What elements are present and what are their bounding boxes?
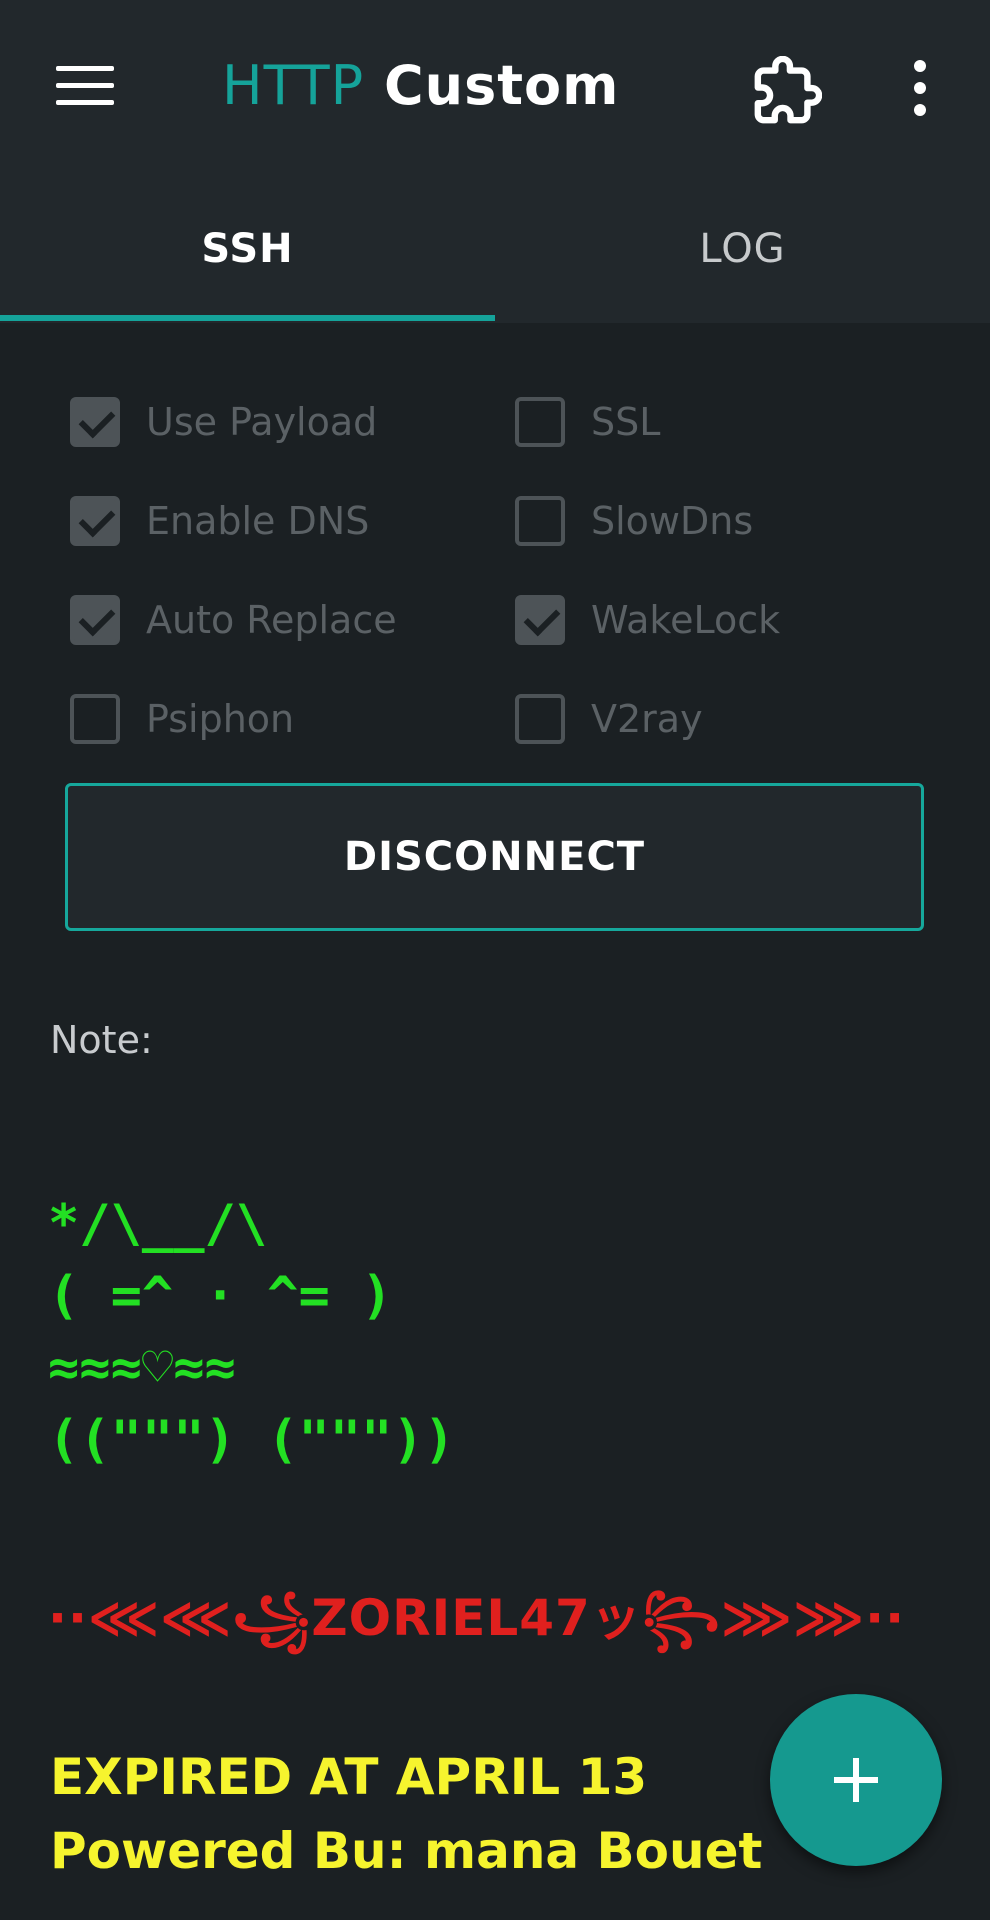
cat-line-3: ≈≈≈♡≈≈	[48, 1338, 236, 1398]
checkbox-box	[70, 496, 120, 546]
checkbox-box	[515, 496, 565, 546]
checkbox-label: SlowDns	[591, 499, 754, 543]
powered-by-text: Powered Bu: mana Bouet	[50, 1822, 763, 1880]
checkbox-label: Psiphon	[146, 697, 295, 741]
tab-ssh[interactable]: SSH	[0, 175, 495, 323]
checkbox-label: SSL	[591, 400, 661, 444]
ascii-cat-art: */\__/\ ( =^ · ^= ) ≈≈≈♡≈≈ ((""") ("""))	[48, 1188, 455, 1476]
note-label: Note:	[50, 1018, 153, 1062]
app-title: HTTP Custom	[222, 54, 619, 117]
cat-line-2: ( =^ · ^= )	[48, 1266, 393, 1326]
v2ray-checkbox[interactable]: V2ray	[515, 689, 703, 749]
tab-log[interactable]: LOG	[495, 175, 990, 323]
checkbox-label: V2ray	[591, 697, 703, 741]
psiphon-checkbox[interactable]: Psiphon	[70, 689, 294, 749]
checkbox-label: Auto Replace	[146, 598, 397, 642]
checkbox-box	[515, 397, 565, 447]
checkbox-box	[70, 595, 120, 645]
checkbox-box	[515, 694, 565, 744]
author-signature: ··⋘⋘꧁ZORIEL47ッ꧂⋙⋙··	[48, 1589, 906, 1647]
app-title-accent: HTTP	[222, 54, 365, 117]
tab-bar: SSH LOG	[0, 175, 990, 323]
wakelock-checkbox[interactable]: WakeLock	[515, 590, 780, 650]
checkbox-label: WakeLock	[591, 598, 781, 642]
auto-replace-checkbox[interactable]: Auto Replace	[70, 590, 397, 650]
checkbox-box	[70, 694, 120, 744]
expiry-text: EXPIRED AT APRIL 13	[50, 1748, 648, 1806]
app-title-main: Custom	[384, 54, 620, 117]
tab-log-label: LOG	[699, 226, 786, 272]
app-bar: HTTP Custom	[0, 0, 990, 175]
cat-line-1: */\__/\	[48, 1194, 268, 1254]
checkbox-label: Enable DNS	[146, 499, 370, 543]
tab-indicator	[0, 315, 495, 321]
checkbox-box	[515, 595, 565, 645]
puzzle-piece-icon[interactable]	[752, 55, 823, 126]
disconnect-button[interactable]: DISCONNECT	[65, 783, 924, 931]
checkbox-box	[70, 397, 120, 447]
add-fab-plus-icon[interactable]	[770, 1694, 942, 1866]
enable-dns-checkbox[interactable]: Enable DNS	[70, 491, 369, 551]
tab-ssh-label: SSH	[201, 226, 294, 272]
slowdns-checkbox[interactable]: SlowDns	[515, 491, 753, 551]
use-payload-checkbox[interactable]: Use Payload	[70, 392, 377, 452]
vertical-dots-icon[interactable]	[908, 60, 932, 116]
checkbox-label: Use Payload	[146, 400, 378, 444]
ssl-checkbox[interactable]: SSL	[515, 392, 660, 452]
cat-line-4: ((""") ("""))	[48, 1410, 455, 1470]
hamburger-menu-icon[interactable]	[56, 66, 116, 106]
